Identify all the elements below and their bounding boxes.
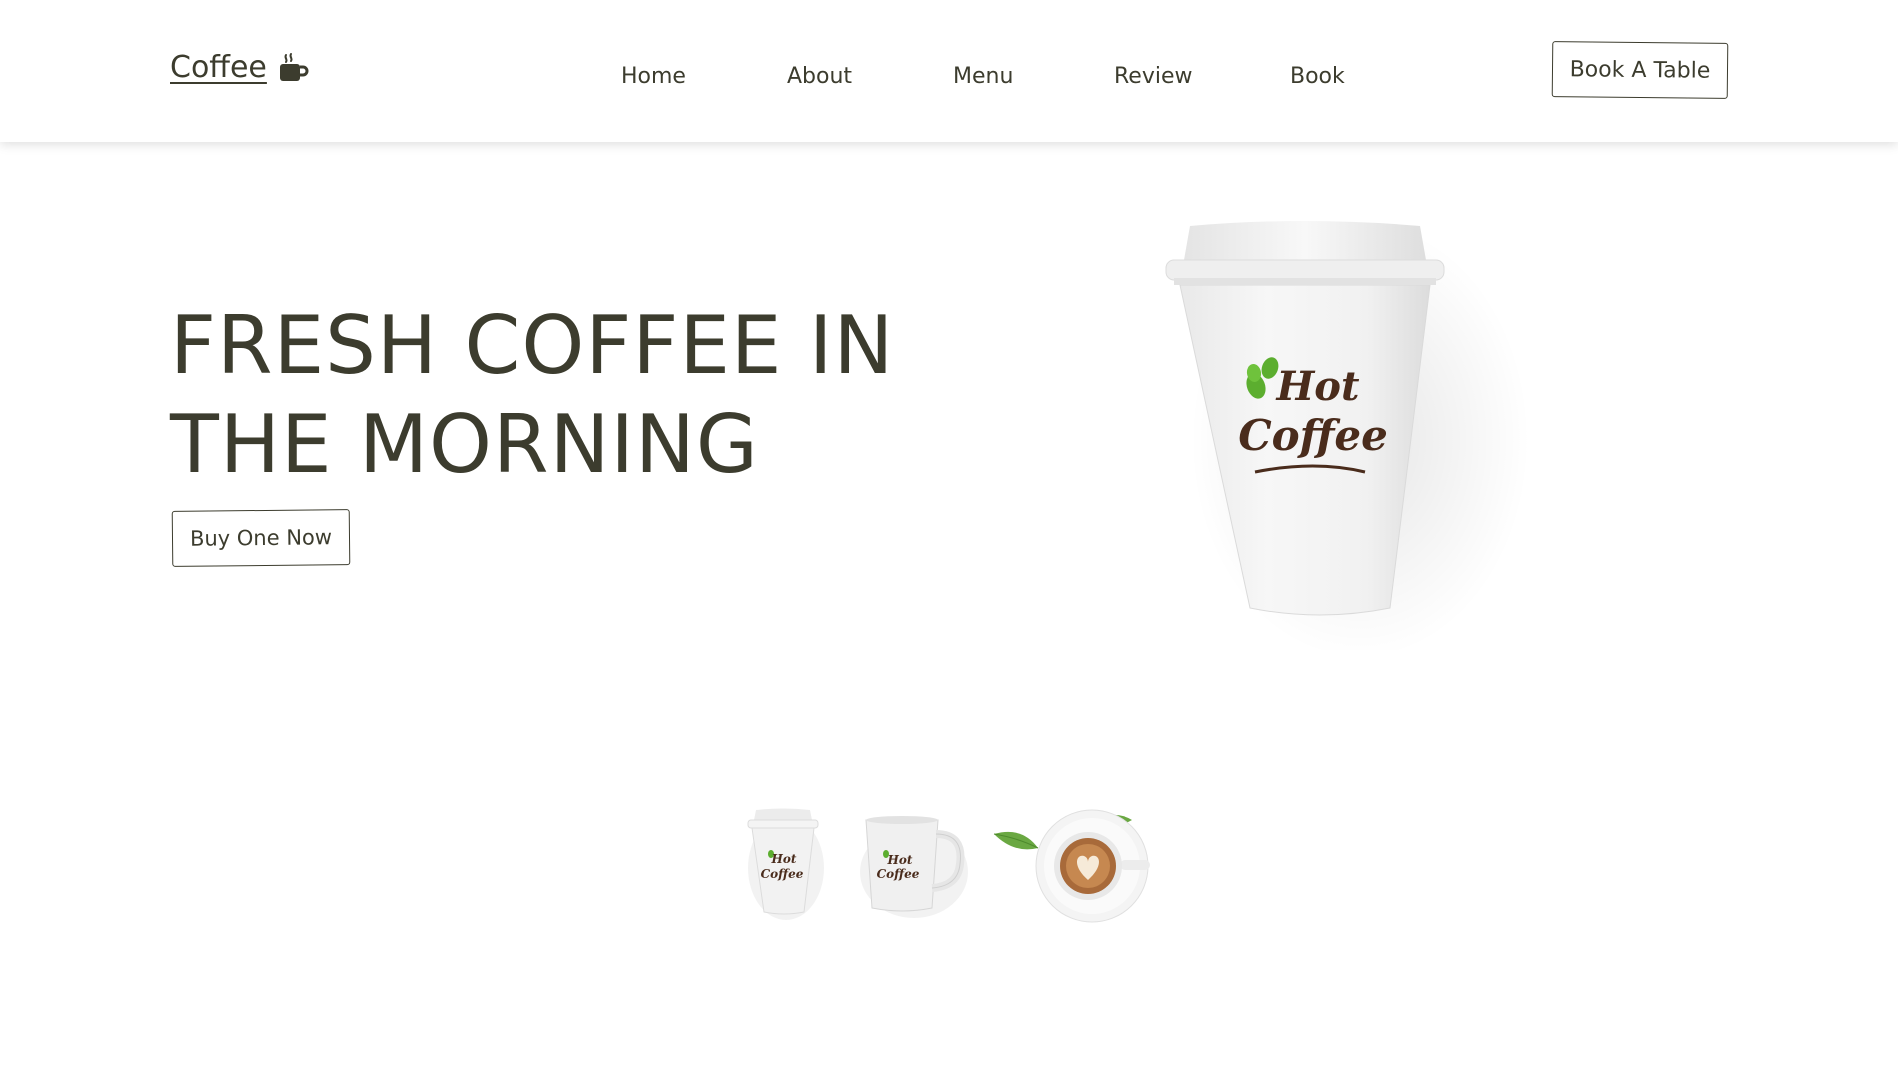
hero-title-line-2: THE MORNING: [170, 398, 759, 491]
nav-review[interactable]: Review: [1114, 64, 1193, 89]
nav-home[interactable]: Home: [621, 64, 686, 89]
cup-brand-line-2: Coffee: [1238, 411, 1388, 460]
thumbnail-latte-cup[interactable]: [992, 804, 1152, 928]
logo-text: Coffee: [170, 50, 267, 85]
hero-title: FRESH COFFEE IN THE MORNING: [170, 296, 930, 494]
book-a-table-button[interactable]: Book A Table: [1551, 41, 1729, 99]
product-thumbnails: Hot Coffee Hot Coffee: [0, 808, 1898, 928]
svg-text:Coffee: Coffee: [761, 867, 804, 881]
hero-title-line-1: FRESH COFFEE IN: [170, 299, 895, 392]
svg-text:Hot: Hot: [771, 852, 797, 866]
nav-about[interactable]: About: [787, 64, 852, 89]
logo-link[interactable]: Coffee: [170, 50, 309, 85]
svg-text:Coffee: Coffee: [877, 867, 920, 881]
thumbnail-paper-cup[interactable]: Hot Coffee: [744, 808, 824, 924]
thumbnail-mug[interactable]: Hot Coffee: [860, 814, 972, 922]
nav-menu[interactable]: Menu: [953, 64, 1013, 89]
svg-text:Hot: Hot: [887, 853, 913, 867]
hero-coffee-cup-image: Hot Coffee: [1150, 210, 1530, 660]
site-header: Coffee Home About Menu Review Book Book …: [0, 0, 1898, 142]
nav-book[interactable]: Book: [1290, 64, 1345, 89]
coffee-mug-icon: [277, 52, 309, 84]
cup-brand-line-1: Hot: [1276, 363, 1360, 410]
buy-one-now-button[interactable]: Buy One Now: [171, 509, 351, 567]
